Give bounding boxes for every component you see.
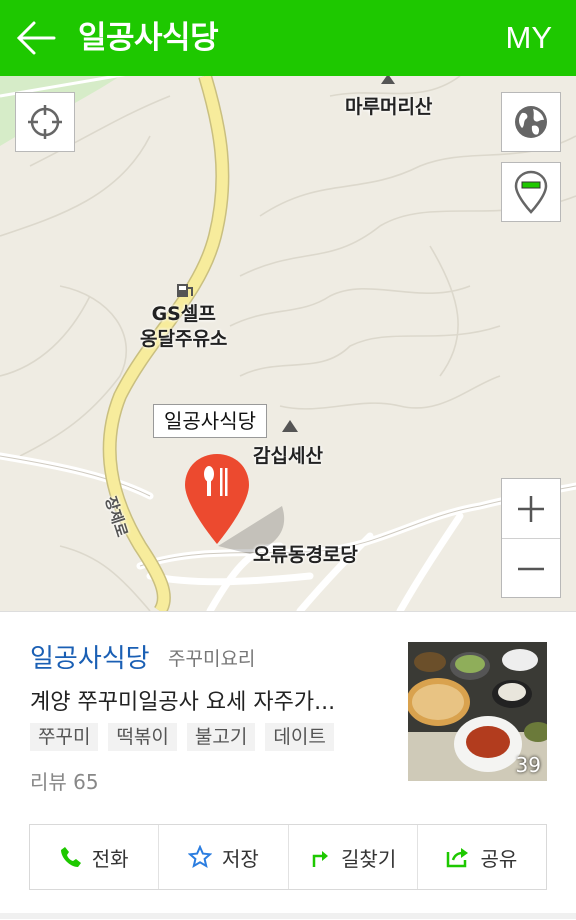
- directions-button[interactable]: 길찾기: [287, 825, 417, 889]
- map-background: [0, 76, 576, 611]
- share-button[interactable]: 공유: [416, 825, 546, 889]
- map-type-button[interactable]: [501, 92, 561, 152]
- phone-icon: [60, 847, 81, 867]
- map-label-mountain2: 감십세산: [253, 445, 323, 467]
- map-pin-outline-icon: [514, 170, 548, 214]
- place-markers-button[interactable]: [501, 162, 561, 222]
- action-bar: 전화 저장 길찾기 공유: [29, 824, 547, 890]
- place-callout[interactable]: 일공사식당: [153, 404, 267, 438]
- zoom-in-button[interactable]: [502, 479, 560, 538]
- restaurant-pin-icon[interactable]: [183, 452, 251, 546]
- place-photo[interactable]: 39: [408, 642, 547, 781]
- call-button[interactable]: 전화: [30, 825, 158, 889]
- page-title: 일공사식당: [78, 20, 219, 56]
- gas-station-name-line1: GS셀프: [151, 303, 216, 325]
- tag[interactable]: 쭈꾸미: [30, 723, 99, 751]
- call-label: 전화: [91, 846, 129, 871]
- minus-icon: [518, 567, 544, 570]
- tag[interactable]: 불고기: [186, 723, 256, 751]
- review-count[interactable]: 리뷰 65: [30, 766, 99, 795]
- back-button[interactable]: [14, 18, 58, 58]
- gas-station-name-line2: 옹달주유소: [140, 328, 228, 350]
- place-description[interactable]: 계양 쭈꾸미일공사 요세 자주가...: [30, 684, 375, 716]
- bottom-divider: [0, 913, 576, 919]
- map-view[interactable]: 마루머리산 GS셀프 옹달주유소 감십세산 오류동경로당 장제로 일공사식당: [0, 76, 576, 611]
- tag[interactable]: 데이트: [265, 723, 334, 751]
- tag[interactable]: 떡볶이: [108, 723, 177, 751]
- photo-count: 39: [515, 753, 541, 777]
- directions-label: 길찾기: [341, 846, 397, 871]
- map-label-senior-center: 오류동경로당: [253, 544, 358, 566]
- star-icon: [187, 845, 212, 869]
- place-category: 주꾸미요리: [168, 648, 256, 670]
- my-button[interactable]: MY: [506, 14, 553, 62]
- crosshair-icon: [28, 105, 62, 139]
- current-location-button[interactable]: [15, 92, 75, 152]
- tag-list: 쭈꾸미 떡볶이 불고기 데이트: [30, 723, 334, 751]
- share-icon: [447, 848, 469, 868]
- save-label: 저장: [221, 846, 259, 871]
- route-arrow-icon: [312, 851, 329, 867]
- globe-icon: [515, 106, 547, 138]
- place-name[interactable]: 일공사식당: [30, 638, 150, 675]
- top-bar: 일공사식당 MY: [0, 0, 576, 76]
- plus-icon: [518, 495, 544, 522]
- place-info-panel: 일공사식당 주꾸미요리 계양 쭈꾸미일공사 요세 자주가... 쭈꾸미 떡볶이 …: [0, 611, 576, 920]
- back-arrow-icon: [16, 21, 56, 55]
- map-label-mountain: 마루머리산: [345, 96, 433, 118]
- share-label: 공유: [480, 846, 518, 871]
- zoom-out-button[interactable]: [502, 538, 560, 598]
- map-label-gas-station: GS셀프 옹달주유소: [140, 302, 227, 352]
- zoom-controls: [501, 478, 561, 598]
- save-button[interactable]: 저장: [158, 825, 287, 889]
